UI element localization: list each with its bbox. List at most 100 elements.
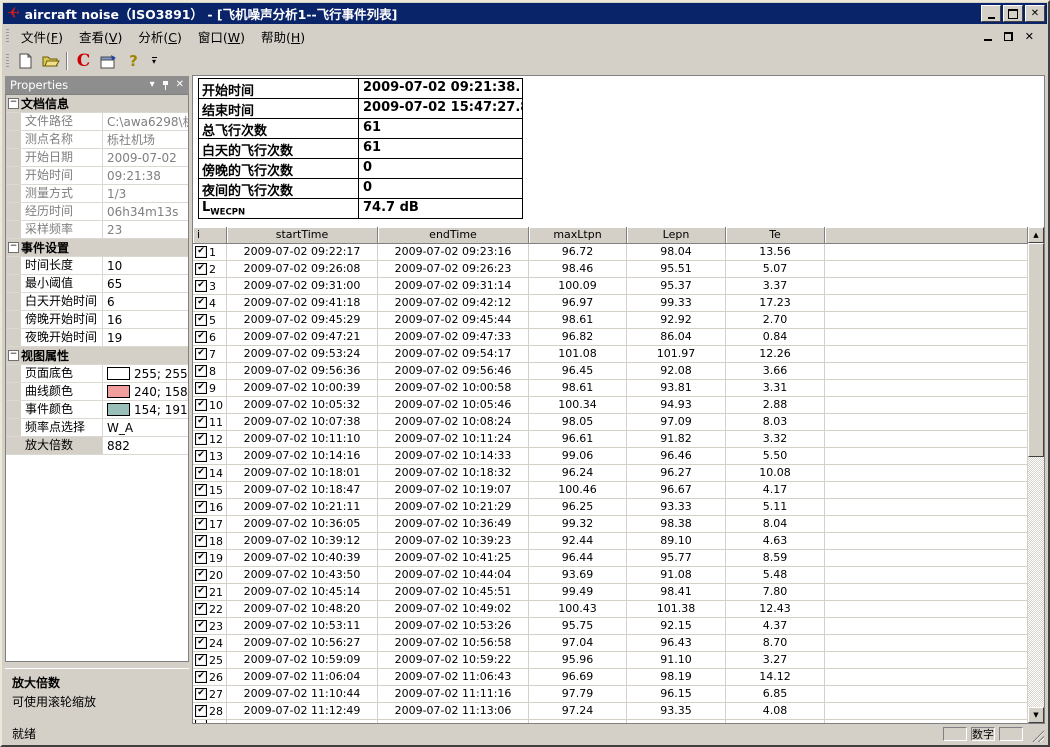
event-row[interactable]: ✔72009-07-02 09:53:242009-07-02 09:54:17… — [193, 346, 1028, 363]
row-checkbox[interactable]: ✔ — [195, 637, 207, 649]
event-row[interactable]: ✔92009-07-02 10:00:392009-07-02 10:00:58… — [193, 380, 1028, 397]
row-checkbox[interactable]: ✔ — [195, 348, 207, 360]
event-row[interactable]: ✔22009-07-02 09:26:082009-07-02 09:26:23… — [193, 261, 1028, 278]
event-row[interactable]: ✔62009-07-02 09:47:212009-07-02 09:47:33… — [193, 329, 1028, 346]
panel-close-icon[interactable]: ✕ — [176, 80, 184, 90]
column-header-endTime[interactable]: endTime — [378, 227, 529, 244]
properties-panel-header[interactable]: Properties ▾ ✕ — [5, 76, 189, 94]
row-checkbox[interactable]: ✔ — [195, 501, 207, 513]
row-checkbox[interactable]: ✔ — [195, 433, 207, 445]
column-header-Lepn[interactable]: Lepn — [627, 227, 726, 244]
c-weighting-button[interactable]: C — [71, 50, 96, 73]
column-header-startTime[interactable]: startTime — [227, 227, 378, 244]
row-checkbox[interactable]: ✔ — [195, 365, 207, 377]
event-row[interactable]: ✔122009-07-02 10:11:102009-07-02 10:11:2… — [193, 431, 1028, 448]
row-checkbox[interactable]: ✔ — [195, 518, 207, 530]
property-row[interactable]: 开始日期2009-07-02 — [6, 149, 188, 167]
panel-menu-chevron-icon[interactable]: ▾ — [150, 80, 155, 90]
row-checkbox[interactable]: ✔ — [195, 688, 207, 700]
row-checkbox[interactable]: ✔ — [195, 484, 207, 496]
row-checkbox[interactable]: ✔ — [195, 535, 207, 547]
property-row[interactable]: 曲线颜色240; 158; 15 — [6, 383, 188, 401]
row-checkbox[interactable]: ✔ — [195, 399, 207, 411]
property-row[interactable]: 事件颜色154; 191; 18 — [6, 401, 188, 419]
property-row[interactable]: 时间长度10 — [6, 257, 188, 275]
scrollbar-thumb[interactable] — [1028, 243, 1044, 457]
row-checkbox[interactable]: ✔ — [195, 552, 207, 564]
event-row[interactable]: ✔262009-07-02 11:06:042009-07-02 11:06:4… — [193, 669, 1028, 686]
event-row[interactable]: ✔172009-07-02 10:36:052009-07-02 10:36:4… — [193, 516, 1028, 533]
menu-item-help[interactable]: 帮助(H) — [253, 28, 313, 47]
row-checkbox[interactable]: ✔ — [195, 246, 207, 258]
menu-grip-handle[interactable] — [6, 29, 9, 44]
row-checkbox[interactable]: ✔ — [195, 382, 207, 394]
property-row[interactable]: 开始时间09:21:38 — [6, 167, 188, 185]
event-row[interactable]: ✔12009-07-02 09:22:172009-07-02 09:23:16… — [193, 244, 1028, 261]
event-row[interactable]: ✔242009-07-02 10:56:272009-07-02 10:56:5… — [193, 635, 1028, 652]
property-row[interactable]: 页面底色255; 255; 25 — [6, 365, 188, 383]
property-section-header[interactable]: −事件设置 — [6, 239, 188, 257]
collapse-minus-icon[interactable]: − — [8, 98, 19, 109]
property-row[interactable]: 白天开始时间6 — [6, 293, 188, 311]
collapse-minus-icon[interactable]: − — [8, 350, 19, 361]
property-row[interactable]: 傍晚开始时间16 — [6, 311, 188, 329]
menu-item-view[interactable]: 查看(V) — [71, 28, 130, 47]
property-row[interactable]: 放大倍数882 — [6, 437, 188, 455]
event-row[interactable]: ✔212009-07-02 10:45:142009-07-02 10:45:5… — [193, 584, 1028, 601]
row-checkbox[interactable]: ✔ — [195, 705, 207, 717]
row-checkbox[interactable]: ✔ — [195, 280, 207, 292]
toolbar-grip-handle[interactable] — [6, 54, 9, 69]
menu-item-file[interactable]: 文件(F) — [13, 28, 71, 47]
property-row[interactable]: 最小阈值65 — [6, 275, 188, 293]
new-document-button[interactable] — [13, 50, 38, 73]
mdi-minimize-icon[interactable] — [984, 39, 992, 41]
row-checkbox[interactable]: ✔ — [195, 263, 207, 275]
event-row[interactable]: ✔112009-07-02 10:07:382009-07-02 10:08:2… — [193, 414, 1028, 431]
menu-item-analysis[interactable]: 分析(C) — [130, 28, 190, 47]
event-row[interactable]: ✔252009-07-02 10:59:092009-07-02 10:59:2… — [193, 652, 1028, 669]
properties-button[interactable] — [96, 50, 121, 73]
toolbar-overflow-button[interactable]: ▾ — [148, 50, 160, 73]
event-row[interactable]: ✔232009-07-02 10:53:112009-07-02 10:53:2… — [193, 618, 1028, 635]
row-checkbox[interactable]: ✔ — [195, 314, 207, 326]
event-row[interactable]: ✔192009-07-02 10:40:392009-07-02 10:41:2… — [193, 550, 1028, 567]
close-button[interactable]: ✕ — [1025, 5, 1045, 22]
property-row[interactable]: 夜晚开始时间19 — [6, 329, 188, 347]
event-row[interactable]: ✔82009-07-02 09:56:362009-07-02 09:56:46… — [193, 363, 1028, 380]
event-row[interactable]: ✔202009-07-02 10:43:502009-07-02 10:44:0… — [193, 567, 1028, 584]
event-row[interactable]: ✔222009-07-02 10:48:202009-07-02 10:49:0… — [193, 601, 1028, 618]
pin-icon[interactable] — [162, 81, 169, 90]
event-row[interactable]: ✔142009-07-02 10:18:012009-07-02 10:18:3… — [193, 465, 1028, 482]
row-checkbox[interactable] — [195, 720, 207, 723]
row-checkbox[interactable]: ✔ — [195, 297, 207, 309]
event-row[interactable]: ✔272009-07-02 11:10:442009-07-02 11:11:1… — [193, 686, 1028, 703]
property-row[interactable]: 测点名称栎社机场 — [6, 131, 188, 149]
column-header-maxLtpn[interactable]: maxLtpn — [529, 227, 627, 244]
property-section-header[interactable]: −视图属性 — [6, 347, 188, 365]
row-checkbox[interactable]: ✔ — [195, 586, 207, 598]
event-row[interactable]: ✔152009-07-02 10:18:472009-07-02 10:19:0… — [193, 482, 1028, 499]
scroll-down-button[interactable]: ▼ — [1028, 707, 1044, 723]
event-row[interactable]: ✔282009-07-02 11:12:492009-07-02 11:13:0… — [193, 703, 1028, 720]
event-row[interactable]: ✔102009-07-02 10:05:322009-07-02 10:05:4… — [193, 397, 1028, 414]
row-checkbox[interactable]: ✔ — [195, 654, 207, 666]
mdi-restore-icon[interactable] — [1004, 32, 1013, 41]
event-row[interactable]: ✔132009-07-02 10:14:162009-07-02 10:14:3… — [193, 448, 1028, 465]
open-file-button[interactable] — [38, 50, 63, 73]
row-checkbox[interactable]: ✔ — [195, 671, 207, 683]
property-row[interactable]: 采样频率23 — [6, 221, 188, 239]
row-checkbox[interactable]: ✔ — [195, 620, 207, 632]
resize-grip[interactable] — [1031, 729, 1044, 742]
event-row[interactable]: ✔42009-07-02 09:41:182009-07-02 09:42:12… — [193, 295, 1028, 312]
row-checkbox[interactable]: ✔ — [195, 569, 207, 581]
event-row[interactable]: ✔52009-07-02 09:45:292009-07-02 09:45:44… — [193, 312, 1028, 329]
event-row[interactable]: ✔162009-07-02 10:21:112009-07-02 10:21:2… — [193, 499, 1028, 516]
row-checkbox[interactable]: ✔ — [195, 603, 207, 615]
column-header-Te[interactable]: Te — [726, 227, 825, 244]
property-row[interactable]: 文件路径C:\awa6298\机场 — [6, 113, 188, 131]
row-checkbox[interactable]: ✔ — [195, 416, 207, 428]
event-row[interactable]: ✔32009-07-02 09:31:002009-07-02 09:31:14… — [193, 278, 1028, 295]
property-row[interactable]: 测量方式1/3 — [6, 185, 188, 203]
vertical-scrollbar[interactable]: ▲ ▼ — [1028, 227, 1044, 723]
mdi-close-icon[interactable]: ✕ — [1025, 31, 1034, 42]
